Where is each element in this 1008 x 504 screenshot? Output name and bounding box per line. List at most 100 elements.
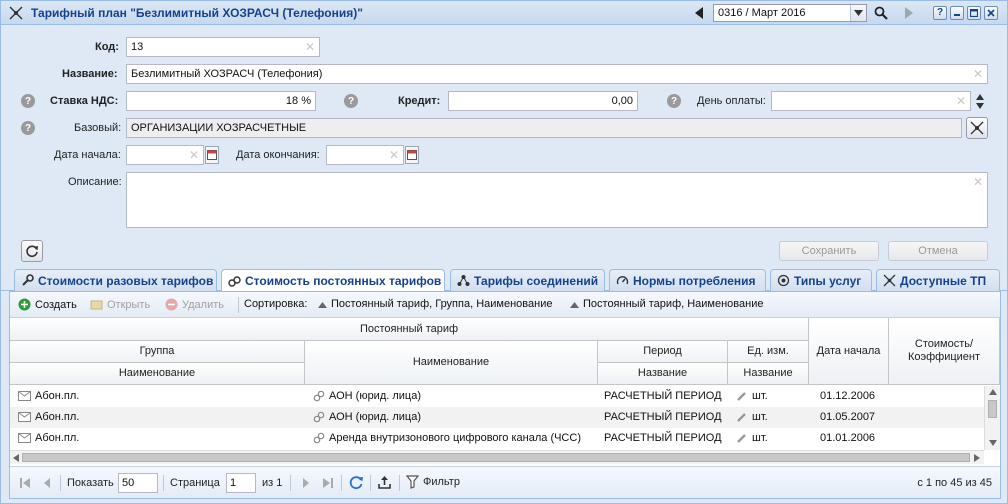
tab-available-plans[interactable]: Доступные ТП (876, 269, 1000, 291)
cancel-button[interactable]: Отмена (888, 241, 988, 261)
clear-icon[interactable]: ✕ (189, 148, 199, 162)
vat-input[interactable]: 18 % (126, 91, 316, 111)
vertical-scrollbar[interactable] (984, 386, 1000, 450)
sort-asc-icon (570, 301, 579, 308)
header-unit[interactable]: Ед. изм. (728, 341, 809, 363)
window-title: Тарифный план "Безлимитный ХОЗРАСЧ (Теле… (31, 6, 363, 20)
envelope-icon (18, 391, 31, 401)
tab-strip: Стоимости разовых тарифов Стоимость пост… (1, 269, 1007, 292)
header-name[interactable]: Наименование (305, 341, 598, 385)
table-row[interactable]: Абон.пл. Аренда внутризонового цифрового… (10, 428, 984, 449)
header-cost[interactable]: Стоимость/ Коэффициент (889, 318, 1000, 385)
help-icon[interactable]: ? (21, 94, 35, 108)
arrow-right-icon (905, 7, 913, 19)
header-start-date[interactable]: Дата начала (809, 318, 889, 385)
base-select-button[interactable] (966, 117, 988, 139)
header-group-name[interactable]: Наименование (10, 363, 305, 385)
page-size-label: Показать (67, 477, 114, 489)
end-date-input[interactable]: ✕ (326, 145, 404, 165)
open-button[interactable]: Открыть (90, 298, 150, 311)
help-icon[interactable]: ? (667, 94, 681, 108)
scroll-left-icon[interactable] (13, 454, 19, 462)
next-page-icon[interactable] (302, 478, 310, 488)
next-period-button[interactable] (899, 4, 919, 22)
tariff-plan-window: Тарифный план "Безлимитный ХОЗРАСЧ (Теле… (0, 0, 1008, 504)
minimize-icon (954, 14, 960, 16)
sort-option-1[interactable]: Постоянный тариф, Группа, Наименование (318, 298, 552, 310)
name-input[interactable]: Безлимитный ХОЗРАСЧ (Телефония) ✕ (126, 64, 988, 84)
maximize-icon (970, 9, 978, 17)
description-textarea[interactable]: ✕ (126, 172, 988, 228)
save-button[interactable]: Сохранить (779, 241, 879, 261)
scroll-right-icon[interactable] (974, 454, 980, 462)
chevron-down-icon[interactable] (976, 102, 984, 109)
link-icon (313, 432, 325, 444)
last-page-icon[interactable] (323, 478, 333, 488)
payday-input[interactable]: ✕ (771, 91, 971, 111)
plus-icon (18, 298, 31, 311)
clear-icon[interactable]: ✕ (305, 40, 315, 54)
pager-separator (60, 475, 61, 491)
search-icon (874, 6, 888, 20)
link-icon (313, 411, 325, 423)
clear-icon[interactable]: ✕ (389, 148, 399, 162)
scroll-down-icon[interactable] (989, 440, 997, 446)
header-period[interactable]: Период (598, 341, 728, 363)
tab-service-types[interactable]: Типы услуг (770, 269, 872, 291)
sort-option-2[interactable]: Постоянный тариф, Наименование (570, 298, 763, 310)
services-icon (777, 274, 790, 287)
table-row[interactable]: Абон.пл. АОН (юрид. лица) РАСЧЕТНЫЙ ПЕРИ… (10, 407, 984, 428)
page-size-input[interactable]: 50 (118, 473, 158, 493)
page-input[interactable]: 1 (226, 473, 256, 493)
payday-spinner[interactable] (973, 91, 987, 111)
help-icon[interactable]: ? (344, 94, 358, 108)
header-unit-name[interactable]: Название (728, 363, 809, 385)
refresh-icon[interactable] (349, 475, 364, 490)
scroll-thumb[interactable] (22, 453, 970, 462)
scroll-thumb[interactable] (988, 400, 997, 418)
toolbar-separator (238, 297, 239, 313)
record-summary: с 1 по 45 из 45 (917, 477, 992, 489)
help-button[interactable]: ? (933, 6, 947, 20)
delete-button[interactable]: Удалить (165, 298, 224, 311)
tab-consumption-norms[interactable]: Нормы потребления (609, 269, 766, 291)
start-date-label: Дата начала: (54, 149, 121, 161)
horizontal-scrollbar[interactable] (10, 450, 984, 464)
period-select[interactable]: 0316 / Март 2016 (713, 4, 867, 22)
clear-icon[interactable]: ✕ (973, 175, 983, 189)
tab-one-time-costs[interactable]: Стоимости разовых тарифов (14, 269, 217, 291)
prev-period-button[interactable] (689, 4, 709, 22)
clear-icon[interactable]: ✕ (956, 94, 966, 108)
create-button[interactable]: Создать (18, 298, 77, 311)
pager-separator (370, 475, 371, 491)
tab-connection-tariffs[interactable]: Тарифы соединений (450, 269, 605, 291)
header-group[interactable]: Группа (10, 341, 305, 363)
maximize-button[interactable] (967, 6, 981, 20)
header-period-name[interactable]: Название (598, 363, 728, 385)
search-button[interactable] (871, 4, 891, 22)
clear-icon[interactable]: ✕ (973, 67, 983, 81)
close-button[interactable] (984, 6, 998, 20)
credit-input[interactable]: 0,00 (448, 91, 638, 111)
prev-page-icon[interactable] (43, 478, 51, 488)
scroll-up-icon[interactable] (989, 389, 997, 395)
calendar-icon[interactable] (205, 146, 219, 164)
filter-icon (406, 475, 419, 489)
chevron-up-icon[interactable] (976, 93, 984, 100)
tab-permanent-costs[interactable]: Стоимость постоянных тарифов (221, 269, 445, 292)
first-page-icon[interactable] (20, 478, 30, 488)
pager-separator (399, 475, 400, 491)
chevron-down-icon[interactable] (850, 5, 866, 21)
minus-icon (165, 298, 178, 311)
description-label: Описание: (68, 176, 122, 188)
start-date-input[interactable]: ✕ (126, 145, 204, 165)
filter-button[interactable]: Фильтр (406, 475, 460, 489)
refresh-button[interactable] (21, 240, 43, 262)
network-icon (457, 275, 470, 286)
calendar-icon[interactable] (405, 146, 419, 164)
minimize-button[interactable] (950, 6, 964, 20)
code-input[interactable]: 13 ✕ (126, 37, 320, 57)
table-row[interactable]: Абон.пл. АОН (юрид. лица) РАСЧЕТНЫЙ ПЕРИ… (10, 386, 984, 407)
export-icon[interactable] (377, 475, 392, 490)
help-icon[interactable]: ? (21, 121, 35, 135)
